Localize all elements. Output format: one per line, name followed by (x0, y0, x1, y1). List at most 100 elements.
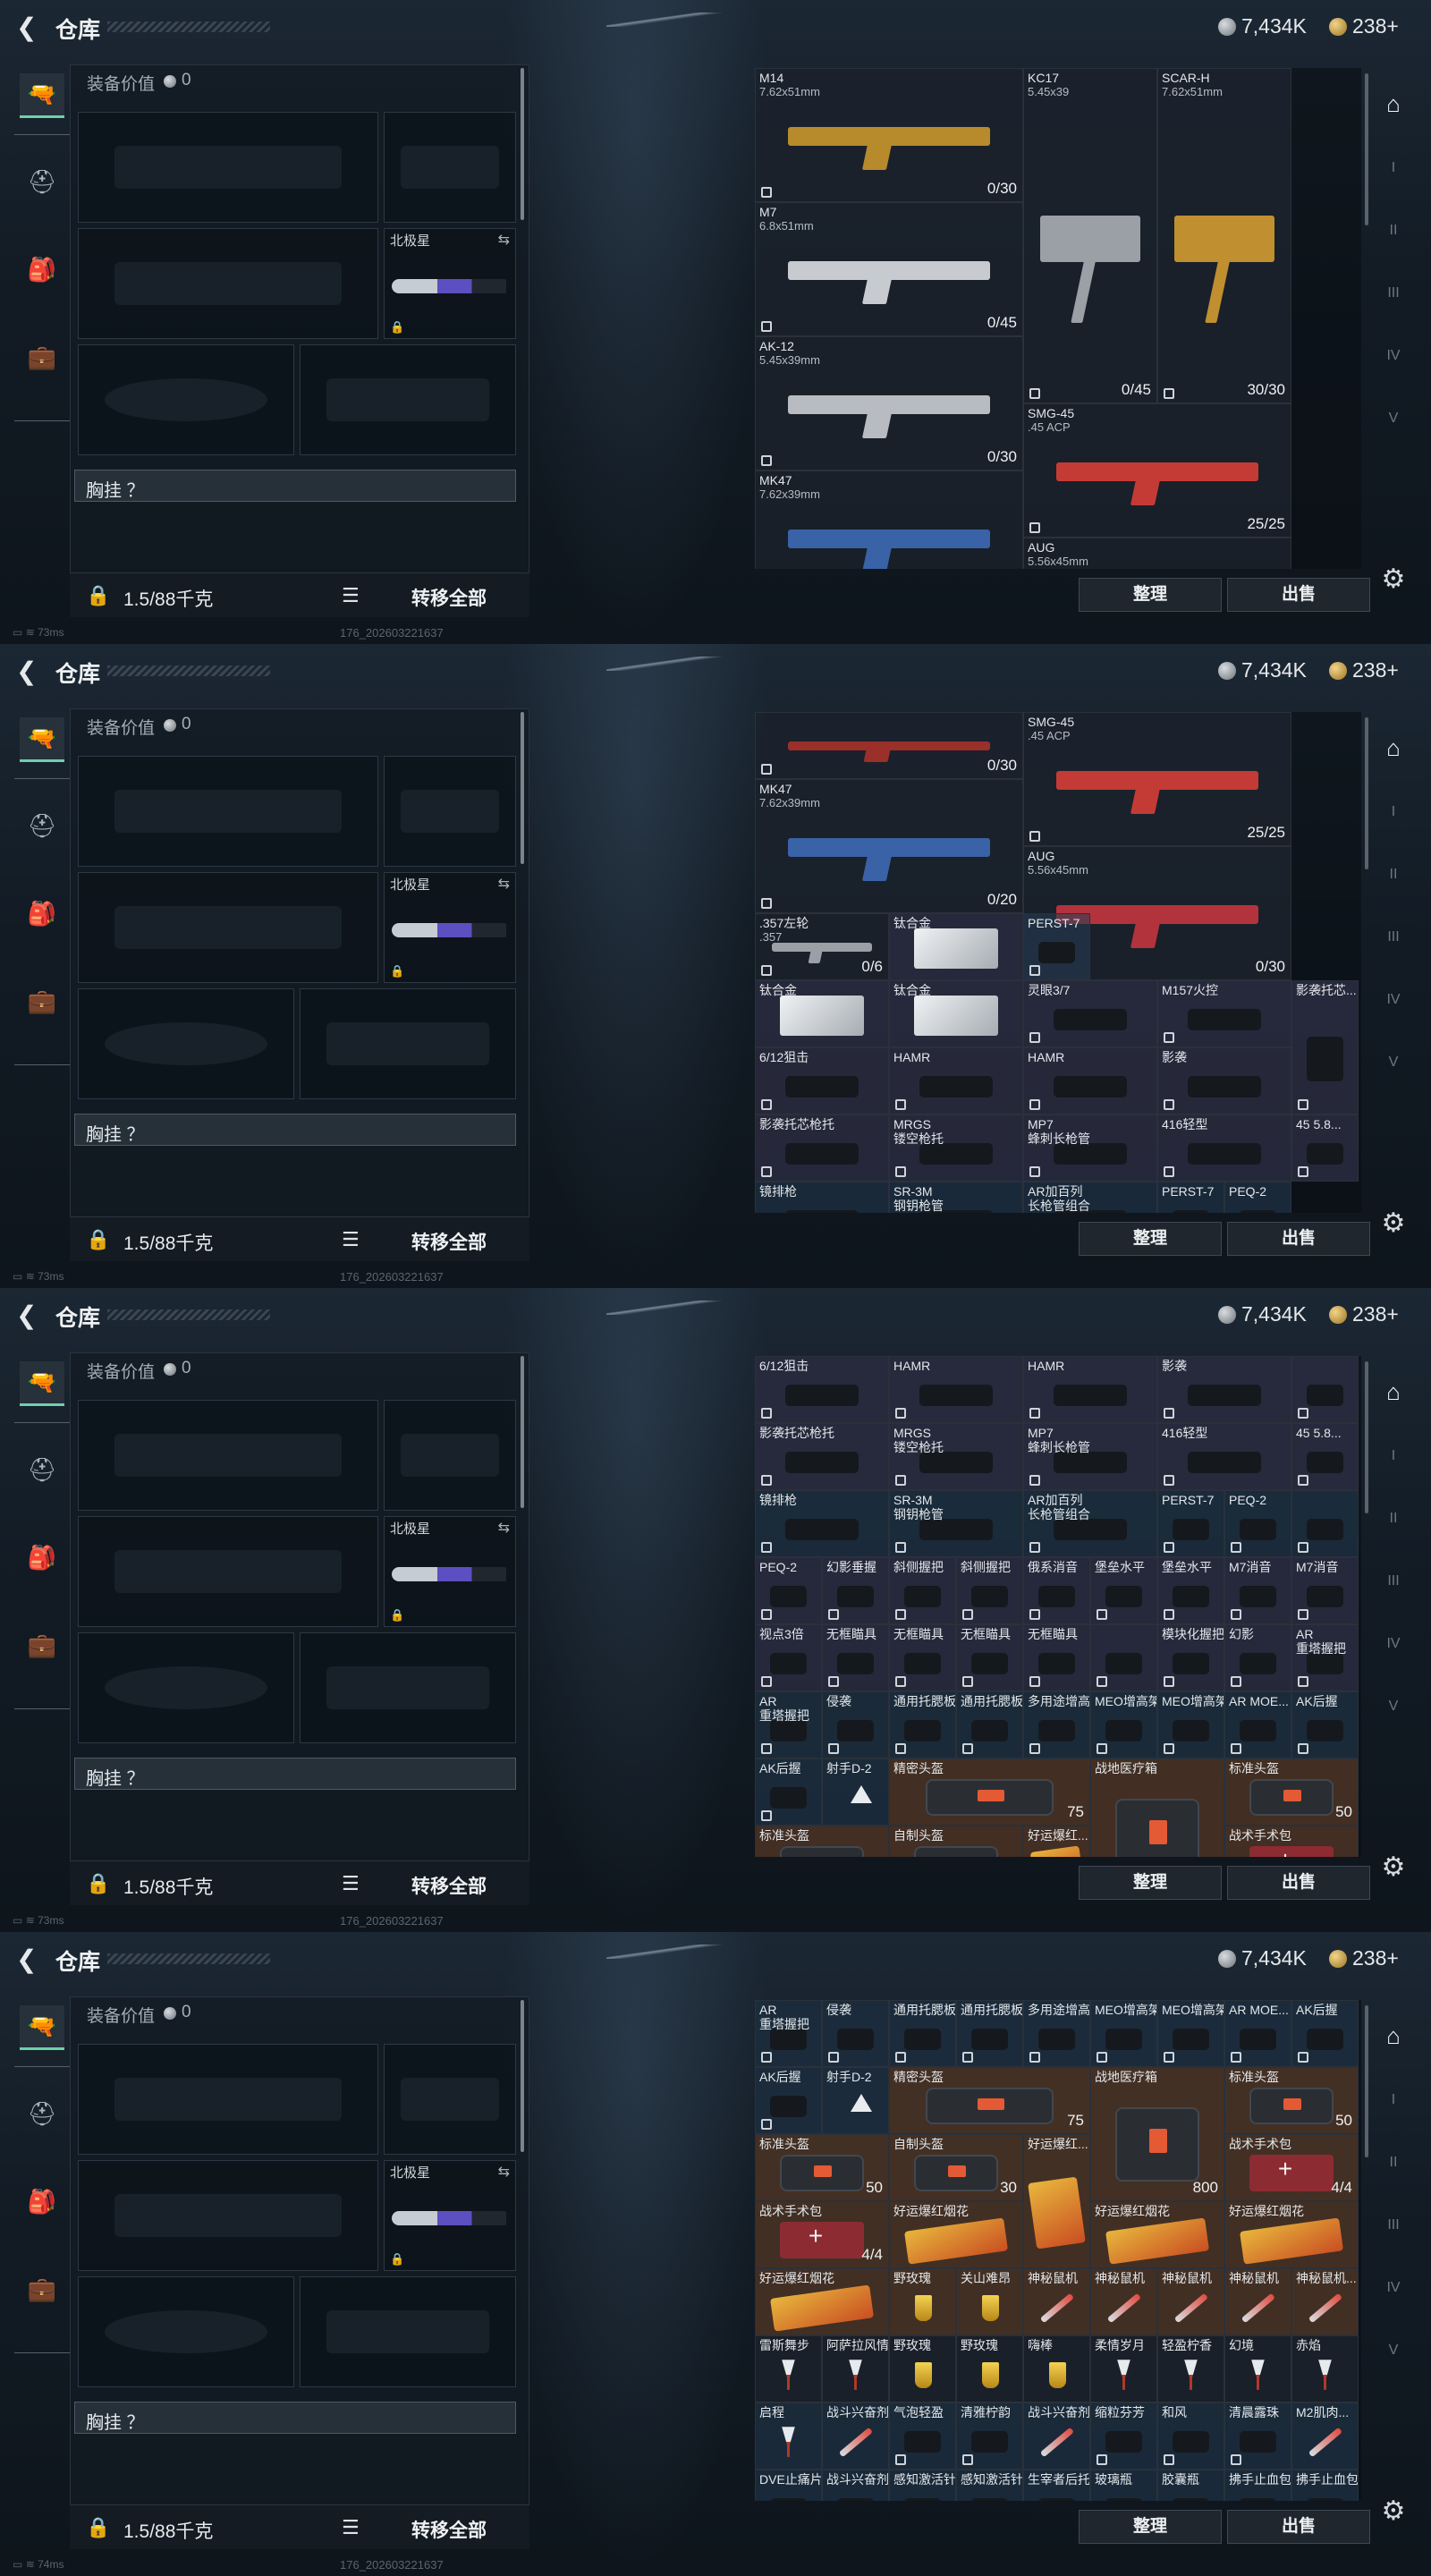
inventory-item[interactable]: 45 5.8... (1291, 1423, 1359, 1490)
inventory-item[interactable]: MP7 蜂刺长枪管 (1023, 1114, 1157, 1182)
sell-button[interactable]: 出售 (1227, 1866, 1370, 1900)
stash-home-tab[interactable]: ⌂ (1376, 1374, 1411, 1410)
pistol-slot[interactable] (384, 112, 516, 223)
inventory-item[interactable]: .357左轮 .357 0/6 (755, 913, 889, 980)
inventory-item[interactable]: 侵袭 (822, 2000, 889, 2067)
secondary-weapon-slot[interactable] (78, 228, 378, 339)
inventory-item[interactable]: 感知激活针 (889, 2470, 956, 2501)
inventory-item[interactable]: 无框瞄具 (822, 1624, 889, 1691)
inventory-item[interactable]: 雷斯舞步 (755, 2335, 822, 2402)
secondary-weapon-slot[interactable] (78, 2160, 378, 2271)
inventory-item[interactable]: 精密头盔 75 (889, 1758, 1090, 1826)
list-icon[interactable]: ☰ (342, 2516, 360, 2539)
primary-weapon-slot[interactable] (78, 112, 378, 223)
silver-currency[interactable]: 7,434K (1218, 1302, 1307, 1326)
stash-scrollbar[interactable] (1365, 1361, 1368, 1513)
inventory-item[interactable]: 战术手术包 4/4 (1224, 2134, 1359, 2201)
armor-slot[interactable] (300, 344, 516, 455)
sell-button[interactable]: 出售 (1227, 1222, 1370, 1256)
inventory-item[interactable]: PEQ-2 (755, 1557, 822, 1624)
stash-tab-4[interactable]: IV (1376, 338, 1411, 374)
armor-slot[interactable] (300, 988, 516, 1099)
inventory-item[interactable]: AK后握 (1291, 1691, 1359, 1758)
inventory-item[interactable]: HAMR (1023, 1047, 1157, 1114)
stash-tab-1[interactable]: I (1376, 1438, 1411, 1474)
inventory-item[interactable]: 和风 (1157, 2402, 1224, 2470)
inventory-item[interactable]: MK47 7.62x39mm (755, 470, 1023, 569)
stash-scrollbar[interactable] (1365, 73, 1368, 225)
sort-button[interactable]: 整理 (1079, 1222, 1222, 1256)
inventory-item[interactable]: 关山难昂 (956, 2268, 1023, 2335)
inventory-item[interactable]: SCAR-H 7.62x51mm 30/30 (1157, 68, 1291, 403)
melee-slot[interactable]: 北极星 ⇆ 🔒 (384, 872, 516, 983)
sell-button[interactable]: 出售 (1227, 578, 1370, 612)
inventory-item[interactable]: 射手D-2 (822, 1758, 889, 1826)
inventory-item[interactable]: 幻影 (1224, 1624, 1291, 1691)
inventory-item[interactable]: 战地医疗箱 (1090, 1758, 1224, 1857)
lock-icon[interactable]: 🔒 (86, 1872, 110, 1895)
inventory-item[interactable] (1090, 1624, 1157, 1691)
armor-slot[interactable] (300, 1632, 516, 1743)
pistol-slot[interactable] (384, 756, 516, 867)
inventory-item[interactable]: AK后握 (1291, 2000, 1359, 2067)
stash-tab-5[interactable]: V (1376, 2333, 1411, 2368)
inventory-item[interactable]: 无框瞄具 (1023, 1624, 1090, 1691)
inventory-item[interactable]: 影袭托芯枪托 (755, 1423, 889, 1490)
melee-slot[interactable]: 北极星 ⇆ 🔒 (384, 228, 516, 339)
inventory-item[interactable]: 标准头盔 (755, 1826, 889, 1857)
inventory-item[interactable]: M157火控 (1157, 980, 1291, 1047)
inventory-item[interactable]: 幻影垂握 (822, 1557, 889, 1624)
stash-home-tab[interactable]: ⌂ (1376, 730, 1411, 766)
stash-tab-3[interactable]: III (1376, 1563, 1411, 1599)
stash-home-tab[interactable]: ⌂ (1376, 86, 1411, 122)
inventory-item[interactable]: HAMR (889, 1047, 1023, 1114)
primary-weapon-slot[interactable] (78, 2044, 378, 2155)
inventory-item[interactable]: 战斗兴奋剂 (822, 2470, 889, 2501)
inventory-item[interactable]: HAMR (1023, 1356, 1157, 1423)
inventory-item[interactable]: 轻盈柠香 (1157, 2335, 1224, 2402)
inventory-item[interactable]: AR 重塔握把 (755, 1691, 822, 1758)
stash-scrollbar[interactable] (1365, 2005, 1368, 2157)
nav-case[interactable]: 💼 (20, 2267, 64, 2311)
inventory-item[interactable]: AR加百列 长枪管组合 (1023, 1490, 1157, 1557)
stash-tab-4[interactable]: IV (1376, 982, 1411, 1018)
inventory-item[interactable]: AR 重塔握把 (755, 2000, 822, 2067)
inventory-item[interactable]: 幻境 (1224, 2335, 1291, 2402)
inventory-item[interactable]: PERST-7 (1023, 913, 1090, 980)
inventory-item[interactable]: MK47 7.62x39mm 0/20 (755, 779, 1023, 913)
gold-currency[interactable]: 238+ (1329, 658, 1399, 682)
gold-currency[interactable]: 238+ (1329, 14, 1399, 38)
list-icon[interactable]: ☰ (342, 1228, 360, 1251)
inventory-item[interactable]: MEO增高架 (1157, 2000, 1224, 2067)
nav-backpack[interactable]: 🎒 (20, 1535, 64, 1580)
inventory-item[interactable]: M14 7.62x51mm 0/30 (755, 68, 1023, 202)
stash-tab-5[interactable]: V (1376, 1689, 1411, 1724)
lock-icon[interactable]: 🔒 (86, 1228, 110, 1251)
inventory-item[interactable]: 钛合金 (889, 913, 1023, 980)
helmet-slot[interactable] (78, 344, 294, 455)
inventory-item[interactable]: HAMR (889, 1356, 1023, 1423)
back-button[interactable]: ❮ (16, 14, 43, 41)
inventory-item[interactable]: 模块化握把 (1157, 1624, 1224, 1691)
chest-rig-slot[interactable]: 胸挂 ？ (74, 470, 516, 502)
inventory-item[interactable]: 柔情岁月 (1090, 2335, 1157, 2402)
inventory-item[interactable]: 通用托腮板 (956, 2000, 1023, 2067)
inventory-item[interactable]: 45 5.8... (1291, 1114, 1359, 1182)
inventory-item[interactable]: 无框瞄具 (889, 1624, 956, 1691)
inventory-item[interactable]: 野玫瑰 (956, 2335, 1023, 2402)
silver-currency[interactable]: 7,434K (1218, 14, 1307, 38)
stash-tab-4[interactable]: IV (1376, 1626, 1411, 1662)
inventory-item[interactable]: 胶囊瓶 (1157, 2470, 1224, 2501)
inventory-item[interactable]: 神秘鼠机... (1291, 2268, 1359, 2335)
inventory-item[interactable]: PEQ-2 (1224, 1490, 1291, 1557)
nav-case[interactable]: 💼 (20, 979, 64, 1023)
list-icon[interactable]: ☰ (342, 584, 360, 607)
inventory-item[interactable]: 通用托腮板 (889, 2000, 956, 2067)
inventory-item[interactable]: SR-3M 钢钥枪管 (889, 1490, 1023, 1557)
inventory-item[interactable]: 通用托腮板 (889, 1691, 956, 1758)
helmet-slot[interactable] (78, 2276, 294, 2387)
lock-icon[interactable]: 🔒 (86, 584, 110, 607)
inventory-item[interactable]: 神秘鼠机 (1157, 2268, 1224, 2335)
inventory-item[interactable]: 清雅柠韵 (956, 2402, 1023, 2470)
inventory-item[interactable]: M7 6.8x51mm 0/45 (755, 202, 1023, 336)
